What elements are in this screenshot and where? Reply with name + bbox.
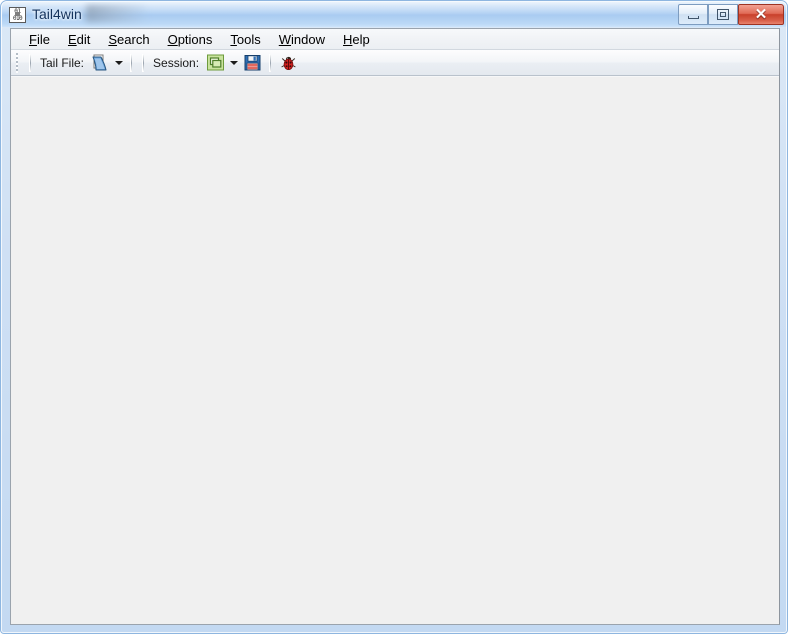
menu-item-help[interactable]: Help: [334, 30, 379, 49]
toolbar: Tail File: Session:: [11, 50, 779, 76]
menu-item-options[interactable]: Options: [159, 30, 222, 49]
log-content-pane[interactable]: [11, 76, 779, 624]
minimize-icon: [679, 5, 707, 24]
toolbar-separator: [269, 53, 272, 72]
maximize-restore-button[interactable]: [708, 4, 738, 25]
menu-item-edit[interactable]: Edit: [59, 30, 99, 49]
toolbar-separator: [29, 53, 31, 72]
menu-item-search[interactable]: Search: [99, 30, 158, 49]
application-window: 01 010 Tail4win ✕ File Edit Search: [0, 0, 788, 634]
restore-icon: [709, 5, 737, 24]
title-bar[interactable]: 01 010 Tail4win ✕: [2, 2, 787, 27]
minimize-button[interactable]: [678, 4, 708, 25]
title-redaction-blur: [86, 5, 146, 22]
menu-item-window[interactable]: Window: [270, 30, 334, 49]
icon-fold-corner: [15, 12, 20, 16]
open-log-file-icon[interactable]: [88, 52, 112, 74]
menu-bar: File Edit Search Options Tools Window He…: [11, 29, 779, 50]
menu-item-tools[interactable]: Tools: [221, 30, 269, 49]
client-area: File Edit Search Options Tools Window He…: [10, 28, 780, 625]
toolbar-separator: [130, 53, 133, 72]
close-glyph: ✕: [754, 5, 768, 23]
binary-page-icon[interactable]: 01 010: [9, 7, 26, 23]
open-log-file-glyph: [92, 54, 107, 71]
window-title: Tail4win: [32, 6, 82, 22]
tail-file-label: Tail File:: [40, 55, 85, 70]
title-bar-sheen: [2, 2, 787, 14]
tail-file-dropdown-arrow[interactable]: [112, 52, 125, 74]
close-button[interactable]: ✕: [738, 4, 784, 25]
menu-item-file[interactable]: File: [20, 30, 59, 49]
session-label: Session:: [153, 55, 200, 70]
save-floppy-glyph: [244, 55, 261, 71]
open-session-icon[interactable]: [203, 52, 227, 74]
toolbar-drag-grip[interactable]: [14, 52, 22, 73]
toolbar-separator: [142, 53, 145, 72]
ladybug-glyph: [280, 56, 296, 71]
open-session-glyph: [206, 54, 224, 71]
chevron-down-icon: [114, 60, 123, 65]
session-dropdown-arrow[interactable]: [227, 52, 240, 74]
app-icon-text-bottom: 010: [12, 14, 23, 22]
chevron-down-icon: [229, 60, 238, 65]
save-floppy-icon[interactable]: [240, 52, 264, 74]
ladybug-icon[interactable]: [276, 52, 300, 74]
close-icon: ✕: [739, 5, 783, 24]
